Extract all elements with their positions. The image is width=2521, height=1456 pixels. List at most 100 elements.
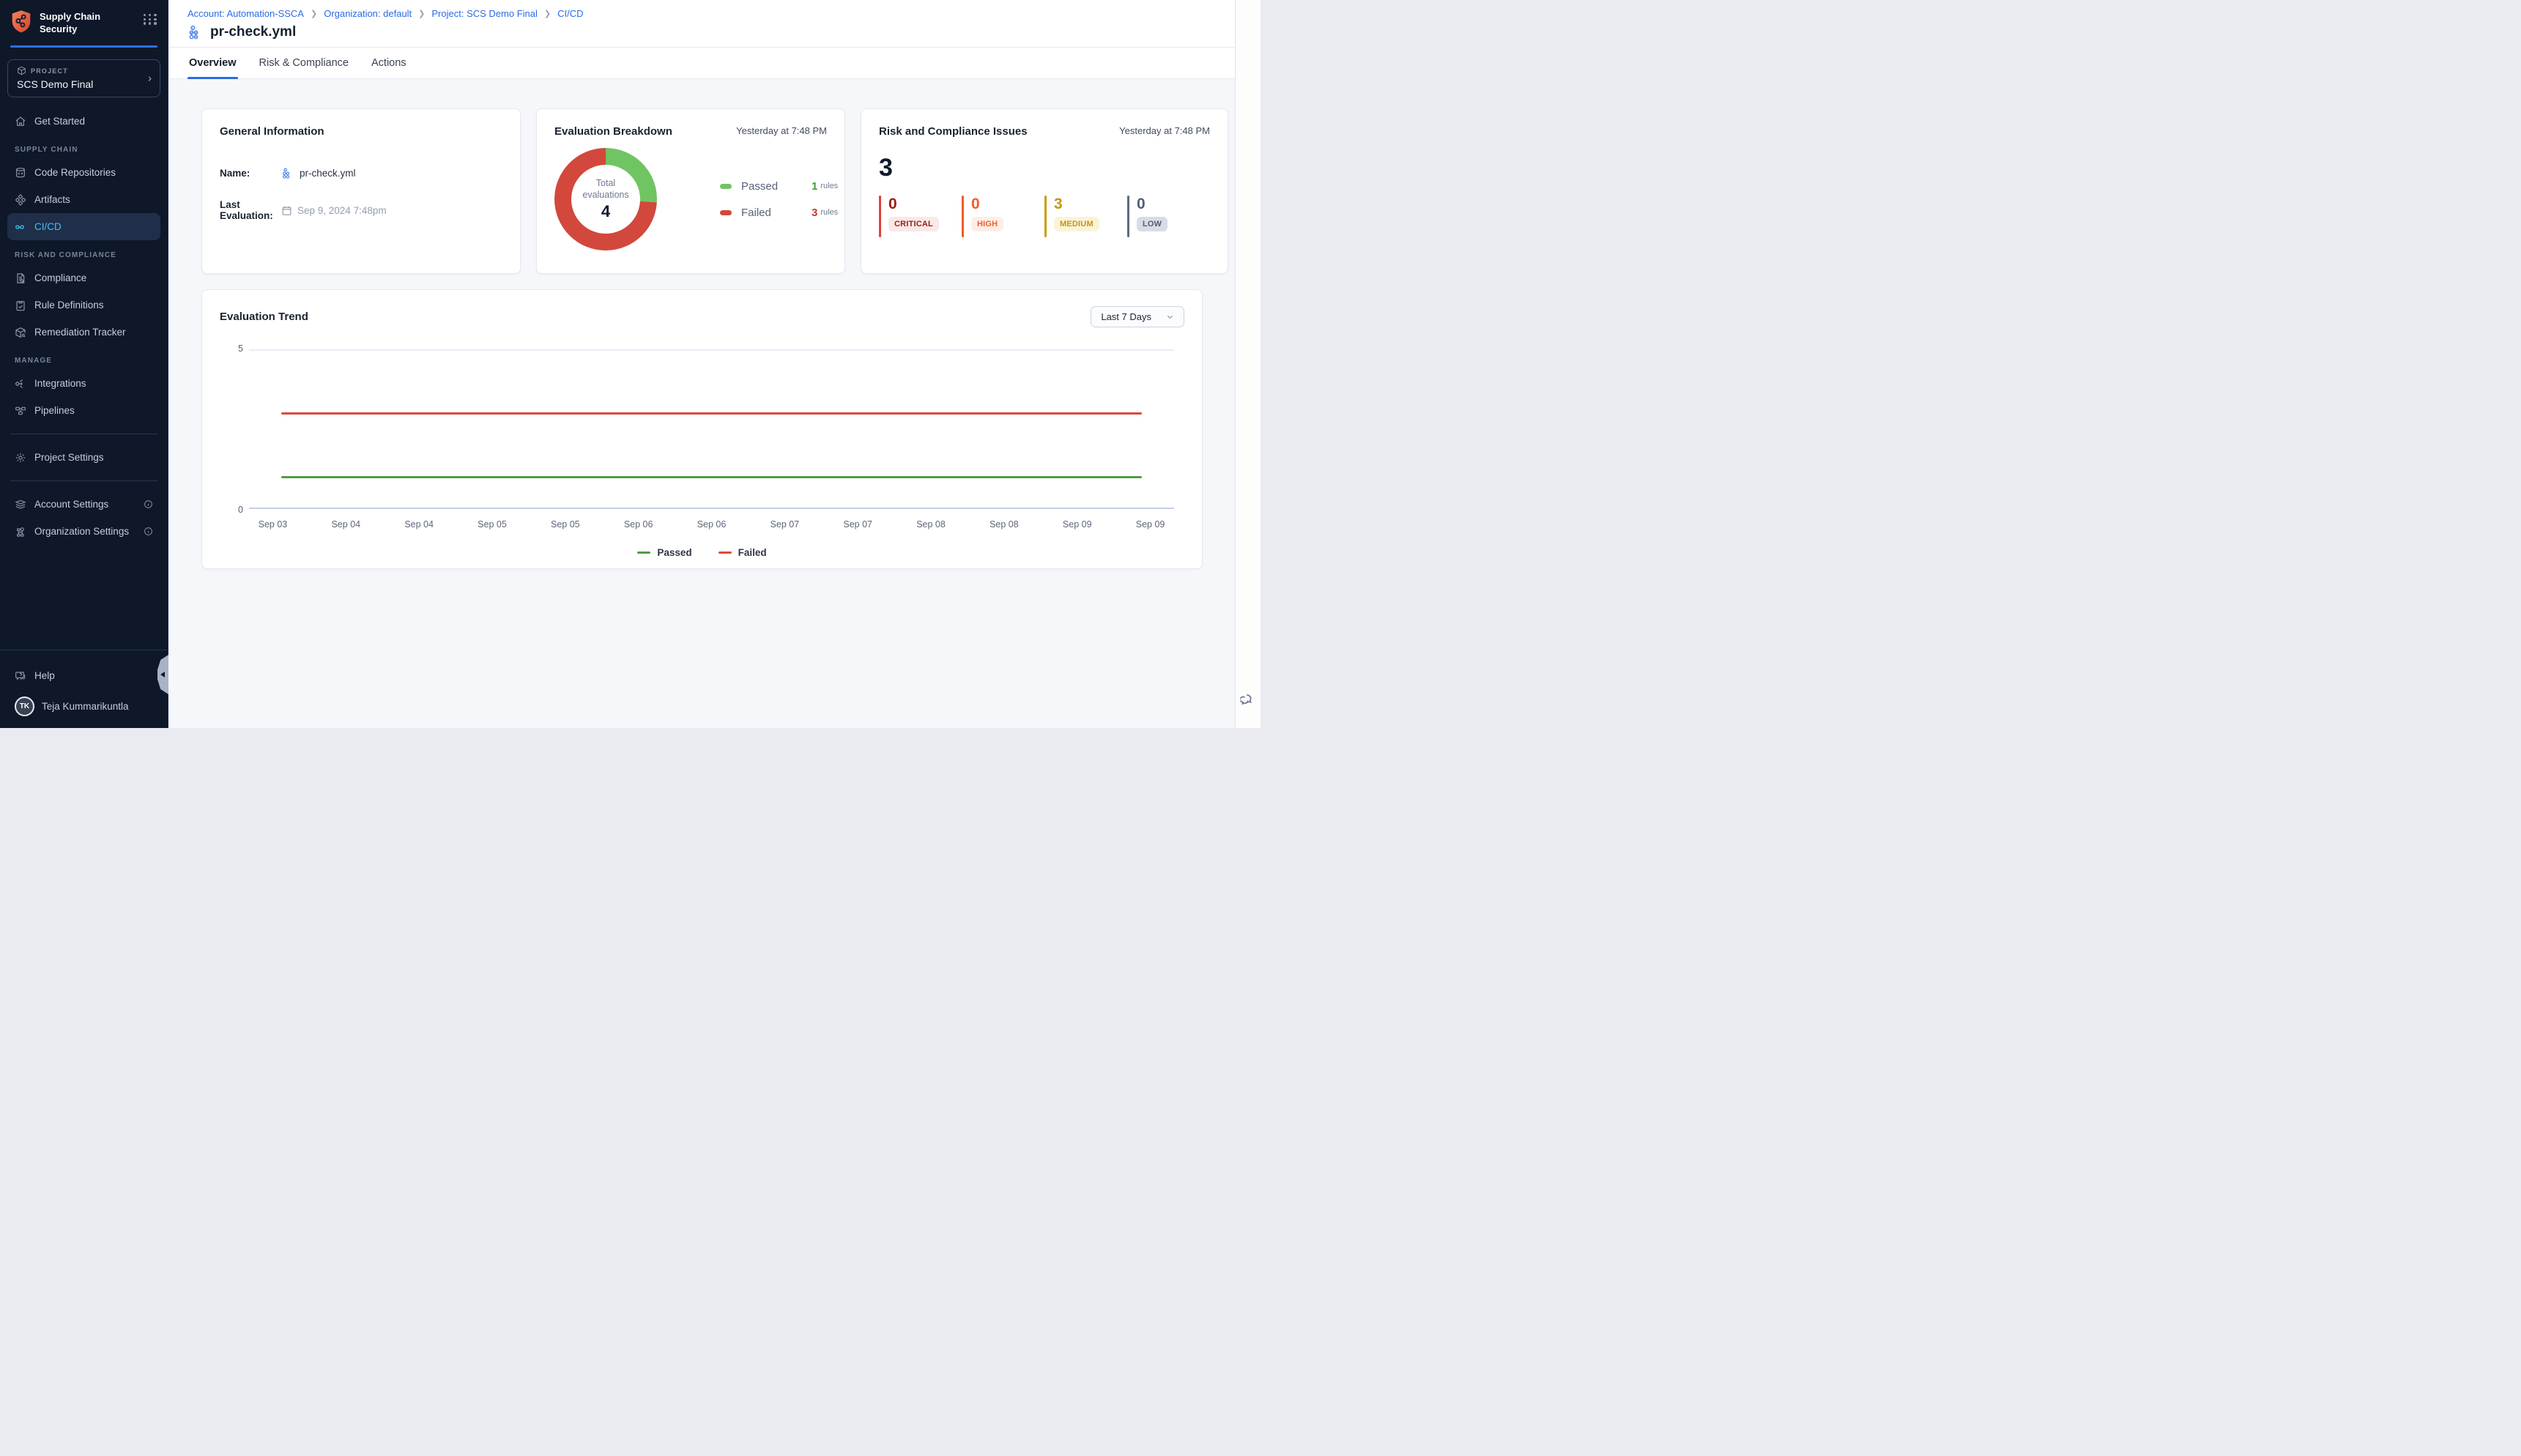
last-evaluation-label: Last Evaluation:	[220, 199, 281, 221]
sidebar: Supply Chain Security PROJECT SCS Demo F…	[0, 0, 168, 728]
info-icon[interactable]	[144, 499, 153, 509]
project-selector-value: SCS Demo Final	[17, 78, 151, 90]
content: General Information Name: pr-check.yml L…	[169, 79, 1235, 569]
infinity-icon	[15, 221, 26, 233]
breadcrumb: Account: Automation-SSCA ❯ Organization:…	[188, 8, 1217, 19]
card-timestamp: Yesterday at 7:48 PM	[736, 125, 827, 136]
tab-overview[interactable]: Overview	[188, 48, 238, 78]
project-selector[interactable]: PROJECT SCS Demo Final ›	[7, 59, 160, 97]
app-title: Supply Chain Security	[40, 10, 136, 36]
name-label: Name:	[220, 168, 281, 179]
severity-count: 0	[888, 196, 939, 212]
card-timestamp: Yesterday at 7:48 PM	[1119, 125, 1210, 136]
breadcrumb-account-link[interactable]: Account: Automation-SSCA	[188, 8, 304, 19]
sidebar-item-organization-settings[interactable]: Organization Settings	[7, 518, 160, 545]
section-manage: MANAGE	[15, 357, 153, 365]
artifacts-icon	[15, 194, 26, 206]
passed-line-swatch	[637, 551, 650, 554]
user-name: Teja Kummarikuntla	[42, 701, 129, 712]
section-supply-chain: SUPPLY CHAIN	[15, 146, 153, 154]
chevron-right-icon: ❯	[544, 9, 551, 18]
failed-count: 3	[812, 207, 817, 219]
passed-series-line	[281, 476, 1142, 478]
evaluation-breakdown-card: Evaluation Breakdown Yesterday at 7:48 P…	[536, 108, 845, 274]
document-search-icon	[15, 272, 26, 284]
sidebar-item-get-started[interactable]: Get Started	[7, 108, 160, 135]
last-evaluation-row: Last Evaluation: Sep 9, 2024 7:48pm	[220, 199, 502, 221]
sidebar-bottom: Help TK Teja Kummarikuntla	[0, 650, 168, 728]
collapse-left-arrow-icon	[160, 672, 165, 677]
calendar-icon	[281, 205, 292, 216]
x-axis-labels: Sep 03Sep 04 Sep 04Sep 05 Sep 05Sep 06 S…	[259, 519, 1165, 530]
severity-badge: HIGH	[971, 217, 1003, 231]
tab-risk-compliance[interactable]: Risk & Compliance	[258, 48, 351, 78]
sidebar-item-code-repositories[interactable]: Code Repositories	[7, 159, 160, 186]
risk-compliance-issues-card: Risk and Compliance Issues Yesterday at …	[861, 108, 1228, 274]
gear-icon	[15, 452, 26, 464]
failed-series-line	[281, 412, 1142, 415]
info-icon[interactable]	[144, 527, 153, 536]
evaluation-trend-card: Evaluation Trend Last 7 Days 5 0	[201, 289, 1203, 569]
severity-badge: LOW	[1137, 217, 1167, 231]
sidebar-item-remediation-tracker[interactable]: Remediation Tracker	[7, 319, 160, 346]
breadcrumb-cicd-link[interactable]: CI/CD	[557, 8, 583, 19]
donut-center: Total evaluations 4	[554, 148, 657, 250]
sidebar-item-help[interactable]: Help	[7, 662, 160, 689]
tab-actions[interactable]: Actions	[370, 48, 408, 78]
severity-badge: MEDIUM	[1054, 217, 1099, 231]
code-repo-icon	[15, 167, 26, 179]
severity-bar	[1127, 196, 1129, 237]
card-title: Risk and Compliance Issues	[879, 125, 1028, 138]
sidebar-item-rule-definitions[interactable]: Rule Definitions	[7, 291, 160, 319]
home-icon	[15, 116, 26, 127]
x-axis-line	[249, 508, 1174, 509]
project-selector-label: PROJECT	[17, 66, 151, 75]
last-evaluation-value: Sep 9, 2024 7:48pm	[281, 205, 387, 216]
breakdown-legend: Passed 1 rules Failed 3 rules	[720, 180, 838, 219]
sidebar-nav: Get Started SUPPLY CHAIN Code Repositori…	[0, 100, 168, 650]
avatar: TK	[15, 697, 34, 716]
box-tool-icon	[15, 327, 26, 338]
passed-count: 1	[812, 180, 817, 193]
tab-bar: Overview Risk & Compliance Actions	[169, 48, 1235, 79]
donut-total-value: 4	[601, 202, 610, 221]
gridline-5	[249, 349, 1174, 351]
chevron-down-icon	[1166, 313, 1174, 321]
title-row: pr-check.yml	[188, 24, 1217, 40]
severity-critical: 0 CRITICAL	[879, 196, 962, 237]
breadcrumb-organization-link[interactable]: Organization: default	[324, 8, 412, 19]
layers-gear-icon	[15, 499, 26, 510]
nav-divider	[10, 480, 157, 481]
name-row: Name: pr-check.yml	[220, 167, 502, 179]
trend-legend-failed[interactable]: Failed	[719, 547, 767, 558]
date-range-select[interactable]: Last 7 Days	[1091, 306, 1184, 327]
logo-row: Supply Chain Security	[0, 0, 168, 44]
chevron-right-icon: ›	[148, 73, 152, 85]
severity-badge: CRITICAL	[888, 217, 939, 231]
pipelines-icon	[15, 405, 26, 417]
passed-swatch	[720, 184, 732, 189]
right-panel-strip	[1235, 0, 1260, 728]
severity-bar	[1044, 196, 1047, 237]
sidebar-item-cicd[interactable]: CI/CD	[7, 213, 160, 240]
trend-legend: Passed Failed	[220, 547, 1184, 558]
donut-center-label: Total evaluations	[575, 177, 636, 201]
chevron-right-icon: ❯	[418, 9, 425, 18]
module-grid-icon[interactable]	[144, 14, 157, 25]
chat-bubbles-icon[interactable]	[1241, 692, 1256, 707]
card-title: General Information	[220, 125, 324, 138]
sidebar-item-project-settings[interactable]: Project Settings	[7, 444, 160, 471]
evaluations-donut-chart: Total evaluations 4	[554, 148, 657, 250]
app-screen: Supply Chain Security PROJECT SCS Demo F…	[0, 0, 1260, 728]
legend-failed: Failed 3 rules	[720, 207, 838, 219]
user-menu[interactable]: TK Teja Kummarikuntla	[7, 689, 160, 721]
sidebar-item-account-settings[interactable]: Account Settings	[7, 491, 160, 518]
brand-divider	[10, 45, 157, 48]
trend-chart: 5 0 Sep 03Sep 04 Sep 04Sep 05 Sep 05Sep …	[249, 349, 1174, 530]
sidebar-item-pipelines[interactable]: Pipelines	[7, 397, 160, 424]
breadcrumb-project-link[interactable]: Project: SCS Demo Final	[431, 8, 538, 19]
trend-legend-passed[interactable]: Passed	[637, 547, 691, 558]
sidebar-item-artifacts[interactable]: Artifacts	[7, 186, 160, 213]
sidebar-item-compliance[interactable]: Compliance	[7, 264, 160, 291]
sidebar-item-integrations[interactable]: Integrations	[7, 370, 160, 397]
